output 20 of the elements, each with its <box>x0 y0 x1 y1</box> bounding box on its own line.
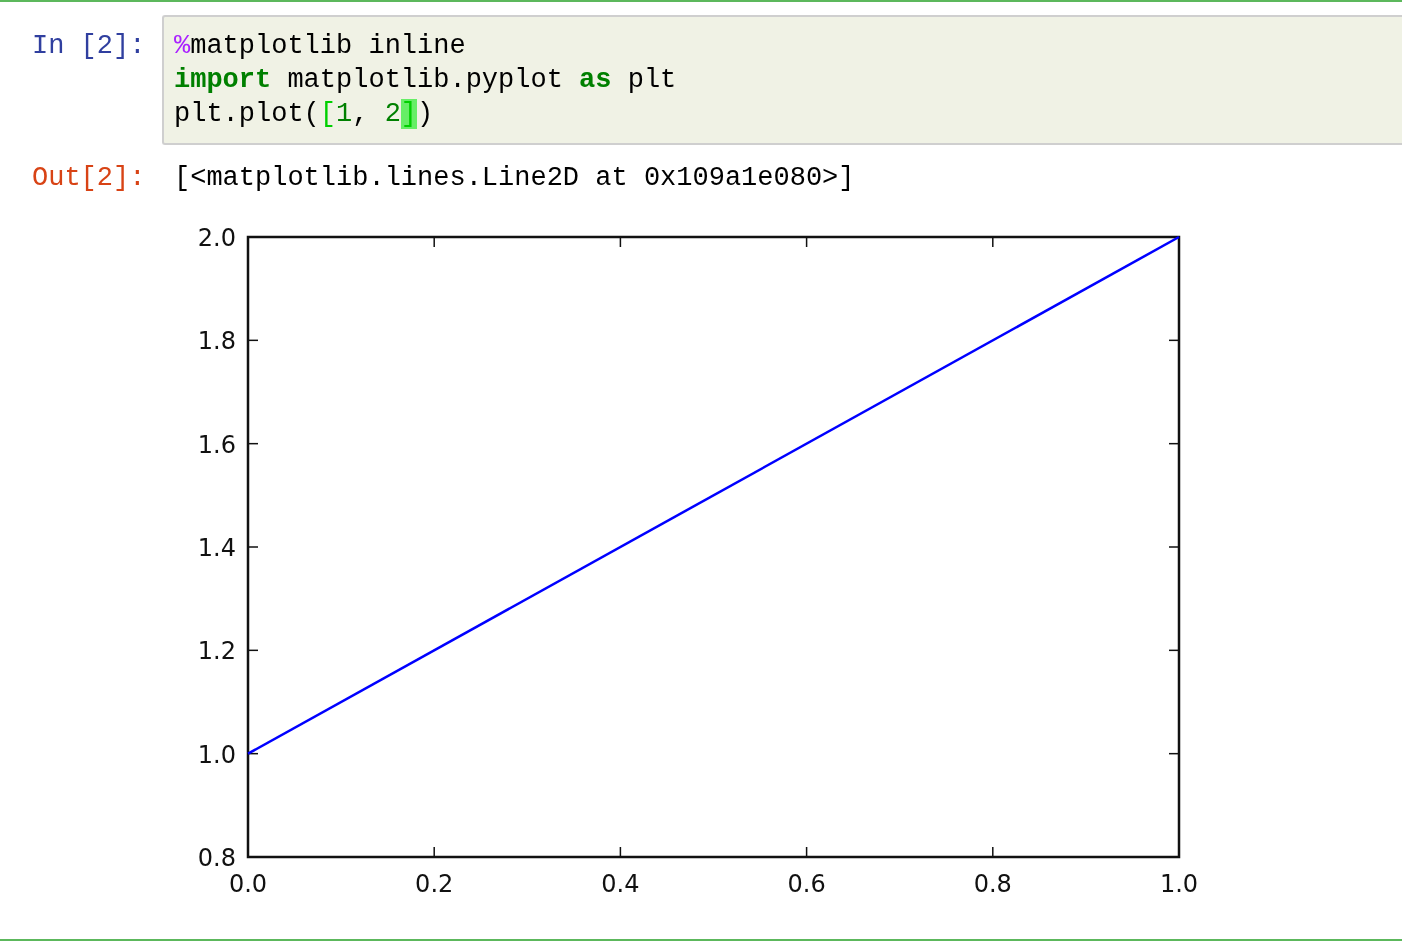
y-tick-label: 1.2 <box>197 637 236 666</box>
x-tick-label: 0.2 <box>415 870 454 898</box>
code-line: %matplotlib inline <box>174 31 466 61</box>
x-tick-label: 0.6 <box>787 870 826 898</box>
x-tick-label: 1.0 <box>1159 870 1199 898</box>
code-input[interactable]: %matplotlib inline import matplotlib.pyplot as plt plt.plot([1, 2]) <box>162 15 1402 145</box>
y-tick-label: 2.0 <box>197 224 236 252</box>
input-prompt: In [2]: <box>32 31 146 61</box>
y-tick-label: 1.0 <box>197 740 236 769</box>
x-tick-label: 0.0 <box>228 870 268 898</box>
code-line: plt.plot([1, 2]) <box>174 99 434 129</box>
output-prompt: Out[2]: <box>32 163 146 193</box>
y-tick-label: 1.8 <box>197 327 236 356</box>
x-tick-label: 0.8 <box>973 870 1012 898</box>
x-tick-label: 0.4 <box>601 870 640 898</box>
y-tick-label: 0.8 <box>197 844 236 872</box>
code-line: import matplotlib.pyplot as plt <box>174 65 677 95</box>
y-tick-label: 1.4 <box>197 534 236 562</box>
output-text: [<matplotlib.lines.Line2D at 0x109a1e080>] <box>173 163 855 193</box>
y-tick-label: 1.6 <box>197 430 236 459</box>
